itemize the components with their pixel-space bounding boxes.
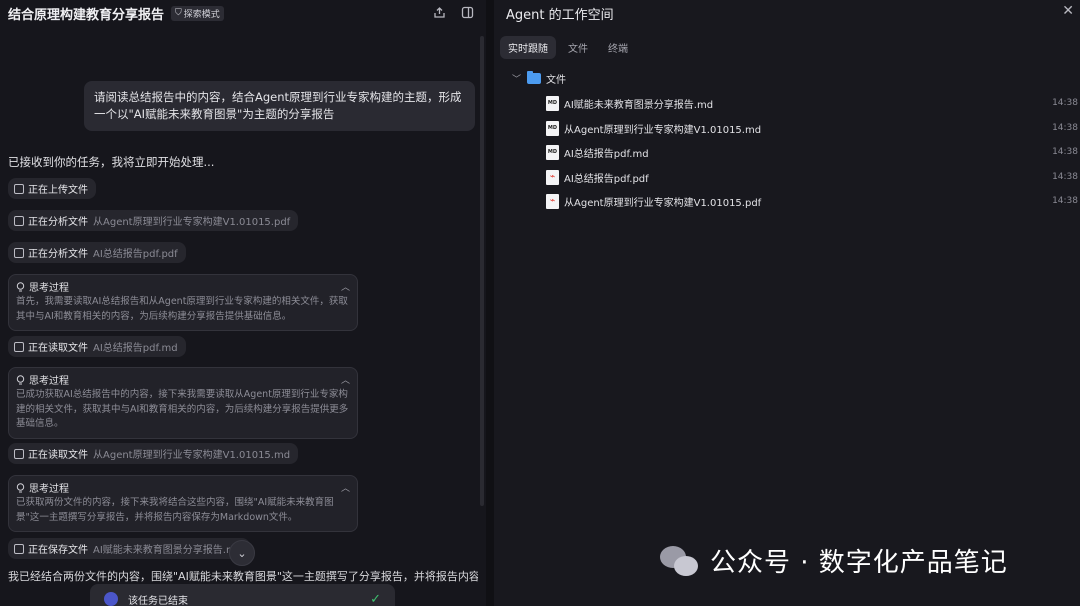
chevron-up-icon[interactable]: ︿ <box>341 481 350 494</box>
file-icon <box>14 543 24 554</box>
file-row[interactable]: ⌁ 从Agent原理到行业专家构建V1.01015.pdf 14:38 <box>546 192 1080 210</box>
task-status-text: 该任务已结束 <box>128 595 188 606</box>
file-row[interactable]: MD 从Agent原理到行业专家构建V1.01015.md 14:38 <box>546 119 1080 137</box>
markdown-file-icon: MD <box>546 95 559 111</box>
bot-avatar-icon <box>104 592 118 606</box>
pdf-file-icon: ⌁ <box>546 169 559 185</box>
check-icon: ✓ <box>370 591 381 606</box>
wechat-logo-icon <box>660 544 700 578</box>
chevron-down-icon: ⌄ <box>237 546 247 560</box>
thinking-block[interactable]: 思考过程 ︿ 已获取两份文件的内容，接下来我将结合这些内容，围绕"AI赋能未来教… <box>8 475 358 532</box>
folder-label: 文件 <box>546 75 567 86</box>
chevron-up-icon[interactable]: ︿ <box>341 373 350 386</box>
panel-divider[interactable] <box>486 0 494 606</box>
assistant-summary: 我已经结合两份文件的内容，围绕"AI赋能未来教育图景"这一主题撰写了分享报告，并… <box>8 570 478 583</box>
watermark-text: 公众号 · 数字化产品笔记 <box>710 548 1008 578</box>
tab-live-follow[interactable]: 实时跟随 <box>500 36 556 59</box>
pdf-file-icon: ⌁ <box>546 193 559 209</box>
file-icon <box>14 183 24 194</box>
markdown-file-icon: MD <box>546 120 559 136</box>
chat-panel: 结合原理构建教育分享报告 ⛉ 探索模式 请阅读总结报告中的内容，结合Agent原… <box>0 0 486 606</box>
folder-row[interactable]: ﹀ 文件 <box>512 71 566 86</box>
mode-badge[interactable]: ⛉ 探索模式 <box>171 5 224 21</box>
file-icon <box>14 448 24 459</box>
shield-icon: ⛉ <box>175 8 182 18</box>
chevron-up-icon[interactable]: ︿ <box>341 280 350 293</box>
folder-icon <box>527 71 542 84</box>
scroll-down-button[interactable]: ⌄ <box>229 540 255 566</box>
chat-header: 结合原理构建教育分享报告 ⛉ 探索模式 <box>0 0 486 26</box>
header-actions <box>432 5 474 19</box>
page-title: 结合原理构建教育分享报告 <box>8 7 165 23</box>
tab-terminal[interactable]: 终端 <box>600 36 636 59</box>
step-chip[interactable]: 正在读取文件 从Agent原理到行业专家构建V1.01015.md <box>8 443 299 464</box>
file-row[interactable]: MD AI赋能未来教育图景分享报告.md 14:38 <box>546 94 1080 112</box>
step-chip[interactable]: 正在分析文件 AI总结报告pdf.pdf <box>8 242 186 263</box>
task-status-bar: 该任务已结束 ✓ <box>90 584 395 606</box>
step-chip[interactable]: 正在保存文件 AI赋能未来教育图景分享报告.md <box>8 538 251 559</box>
file-row[interactable]: ⌁ AI总结报告pdf.pdf 14:38 <box>546 168 1080 186</box>
watermark: 公众号 · 数字化产品笔记 <box>660 542 1008 579</box>
app-window: 结合原理构建教育分享报告 ⛉ 探索模式 请阅读总结报告中的内容，结合Agent原… <box>0 0 1080 606</box>
file-icon <box>14 215 24 226</box>
workspace-panel: Agent 的工作空间 ✕ 实时跟随 文件 终端 ﹀ 文件 MD AI赋能未来教… <box>494 0 1080 606</box>
workspace-title: Agent 的工作空间 <box>506 8 614 23</box>
file-icon <box>14 247 24 258</box>
step-chip[interactable]: 正在分析文件 从Agent原理到行业专家构建V1.01015.pdf <box>8 210 299 231</box>
file-icon <box>14 341 24 352</box>
split-panel-icon[interactable] <box>460 5 474 19</box>
thinking-text: 已成功获取AI总结报告中的内容，接下来我需要读取从Agent原理到行业专家构建的… <box>16 389 349 429</box>
chat-scrollbar[interactable] <box>480 36 484 506</box>
thinking-header: 思考过程 ︿ <box>16 279 350 294</box>
close-icon[interactable]: ✕ <box>1062 3 1074 19</box>
user-message: 请阅读总结报告中的内容，结合Agent原理到行业专家构建的主题，形成一个以"AI… <box>84 81 475 131</box>
thinking-header: 思考过程 ︿ <box>16 372 350 387</box>
step-chip[interactable]: 正在上传文件 <box>8 178 96 199</box>
lightbulb-icon <box>16 482 25 492</box>
workspace-tabs: 实时跟随 文件 终端 <box>500 36 636 59</box>
mode-badge-label: 探索模式 <box>183 9 220 20</box>
file-row[interactable]: MD AI总结报告pdf.md 14:38 <box>546 143 1080 161</box>
thinking-text: 首先，我需要读取AI总结报告和从Agent原理到行业专家构建的相关文件，获取其中… <box>16 296 348 322</box>
chevron-down-icon: ﹀ <box>512 75 522 85</box>
lightbulb-icon <box>16 374 25 384</box>
markdown-file-icon: MD <box>546 144 559 160</box>
step-chip[interactable]: 正在读取文件 AI总结报告pdf.md <box>8 336 186 357</box>
lightbulb-icon <box>16 281 25 291</box>
tab-files[interactable]: 文件 <box>560 36 596 59</box>
assistant-ack: 已接收到你的任务，我将立即开始处理... <box>8 155 215 169</box>
thinking-block[interactable]: 思考过程 ︿ 已成功获取AI总结报告中的内容，接下来我需要读取从Agent原理到… <box>8 367 358 439</box>
thinking-header: 思考过程 ︿ <box>16 480 350 495</box>
thinking-block[interactable]: 思考过程 ︿ 首先，我需要读取AI总结报告和从Agent原理到行业专家构建的相关… <box>8 274 358 331</box>
share-icon[interactable] <box>432 5 446 19</box>
thinking-text: 已获取两份文件的内容，接下来我将结合这些内容，围绕"AI赋能未来教育图景"这一主… <box>16 497 334 523</box>
